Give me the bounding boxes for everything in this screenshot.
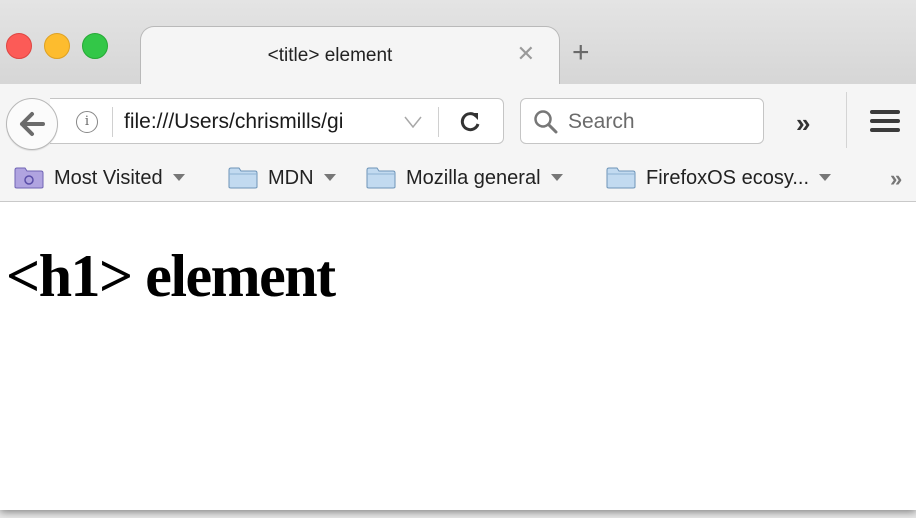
chevron-down-icon	[172, 174, 185, 181]
hamburger-menu-icon[interactable]	[870, 110, 900, 137]
bookmark-label: Most Visited	[54, 166, 163, 189]
url-divider	[112, 107, 113, 137]
page-content: <h1> element	[0, 202, 916, 510]
back-arrow-icon	[20, 112, 45, 136]
url-divider	[438, 107, 439, 137]
tab-title: <title> element	[267, 45, 393, 66]
reload-icon[interactable]	[458, 110, 482, 134]
chevron-down-icon	[550, 174, 563, 181]
history-dropdown-icon[interactable]	[404, 116, 422, 128]
bookmark-firefoxos-ecosystem[interactable]: FirefoxOS ecosy...	[606, 164, 832, 192]
back-button[interactable]	[6, 98, 58, 150]
window-zoom-button[interactable]	[82, 33, 108, 59]
tab-strip: <title> element ✕ +	[0, 0, 916, 86]
chevron-down-icon	[323, 174, 336, 181]
folder-icon	[228, 167, 258, 189]
search-placeholder: Search	[568, 110, 635, 133]
window-minimize-button[interactable]	[44, 33, 70, 59]
page-heading: <h1> element	[6, 243, 336, 309]
bookmark-label: Mozilla general	[406, 166, 541, 189]
close-icon[interactable]: ✕	[517, 41, 535, 67]
toolbar-divider	[846, 92, 847, 148]
bookmark-label: MDN	[268, 166, 314, 189]
bookmark-label: FirefoxOS ecosy...	[646, 166, 810, 189]
bookmark-mdn[interactable]: MDN	[228, 164, 336, 192]
bookmarks-overflow-button[interactable]: »	[890, 166, 902, 192]
tab-active[interactable]: <title> element ✕	[140, 26, 560, 86]
bookmark-mozilla-general[interactable]: Mozilla general	[366, 164, 563, 192]
url-bar[interactable]: i file:///Users/chrismills/gi	[50, 98, 504, 144]
browser-window: <title> element ✕ + i file:///Users/chri…	[0, 0, 916, 510]
search-input[interactable]: Search	[520, 98, 764, 144]
new-tab-button[interactable]: +	[572, 38, 590, 68]
folder-icon	[366, 167, 396, 189]
url-text[interactable]: file:///Users/chrismills/gi	[124, 110, 343, 134]
smart-folder-icon	[14, 167, 44, 189]
info-icon[interactable]: i	[76, 111, 98, 133]
navigation-toolbar: i file:///Users/chrismills/gi Search »	[0, 84, 916, 154]
window-close-button[interactable]	[6, 33, 32, 59]
search-icon	[534, 110, 558, 134]
chevron-down-icon	[819, 174, 832, 181]
toolbar-overflow-button[interactable]: »	[796, 110, 810, 136]
bookmarks-toolbar: Most Visited MDN Mozilla general Firefox…	[0, 154, 916, 202]
bookmark-most-visited[interactable]: Most Visited	[14, 164, 185, 192]
folder-icon	[606, 167, 636, 189]
